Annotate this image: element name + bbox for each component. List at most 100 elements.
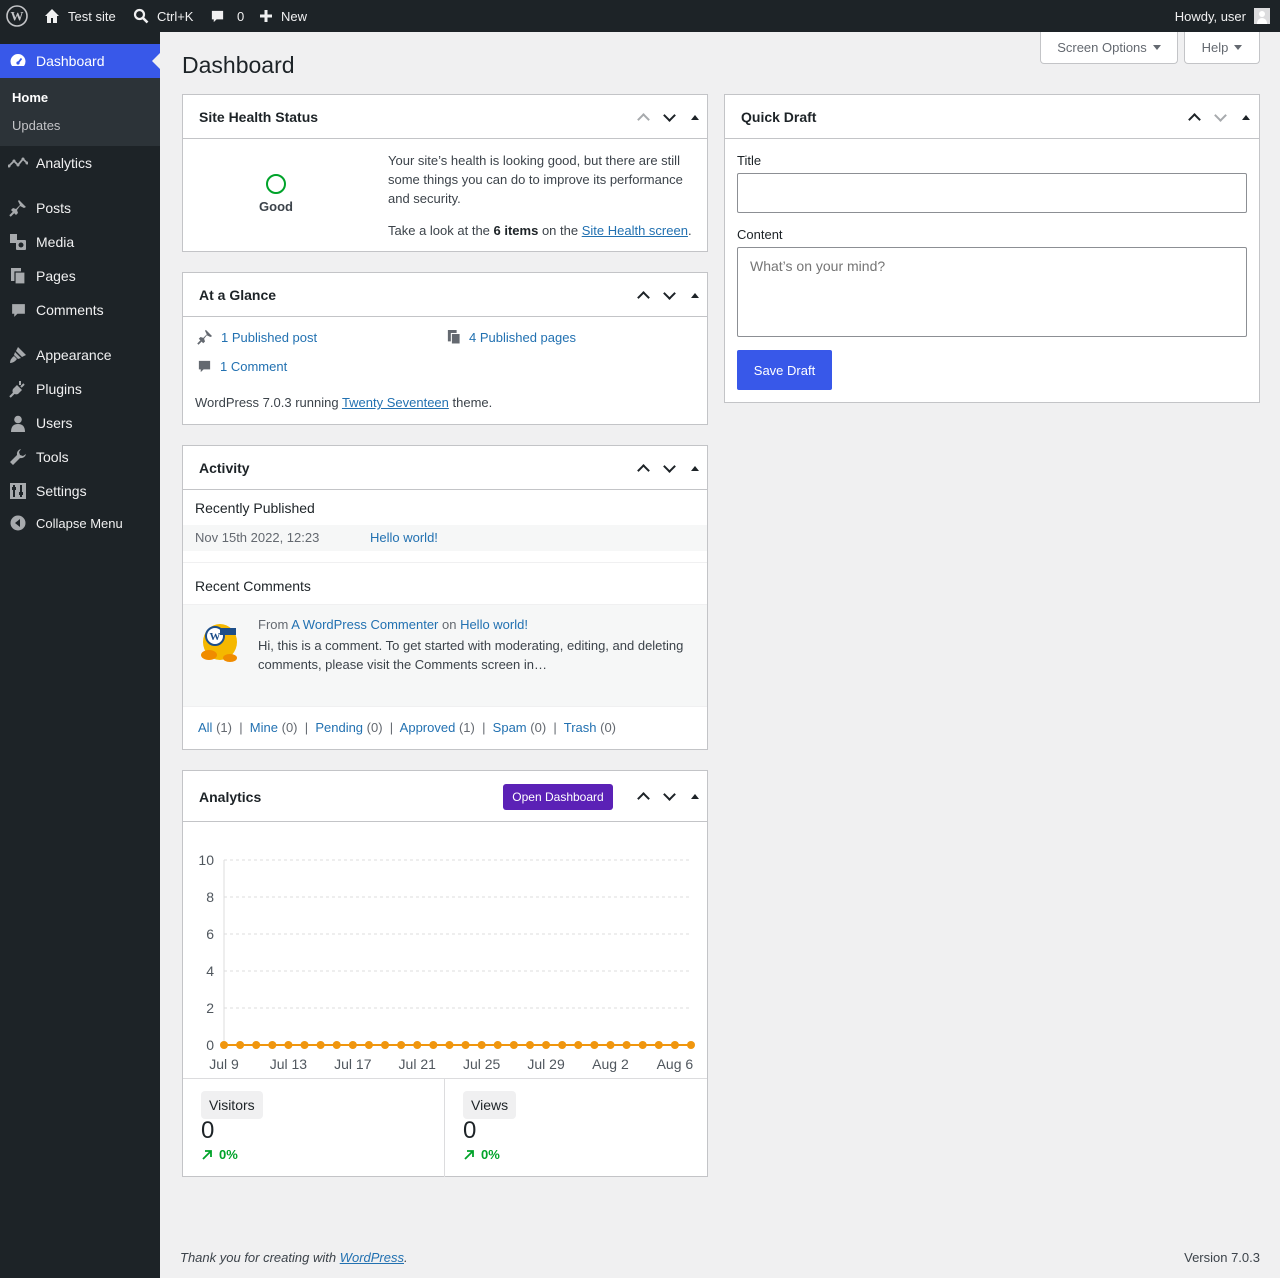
move-up-button[interactable] (634, 286, 652, 304)
submenu-item-updates[interactable]: Updates (12, 118, 60, 133)
sidebar-item-label: Dashboard (36, 53, 105, 69)
footer-thanks: Thank you for creating with WordPress. (180, 1250, 408, 1265)
published-row: Nov 15th 2022, 12:23 Hello world! (183, 525, 707, 551)
comments-count-link[interactable]: 1 Comment (197, 359, 287, 374)
submenu-item-home[interactable]: Home (12, 90, 48, 105)
y-tick-label: 10 (198, 852, 214, 868)
published-posts-link[interactable]: 1 Published post (197, 329, 317, 345)
data-point (622, 1041, 631, 1049)
sidebar-item-pages[interactable]: Pages (0, 259, 160, 293)
svg-text:W: W (11, 9, 24, 24)
widget-header: Analytics Open Dashboard (183, 771, 707, 822)
plugin-icon (0, 380, 36, 398)
filter-spam[interactable]: Spam (493, 720, 527, 735)
pin-icon (197, 329, 213, 345)
sidebar-item-appearance[interactable]: Appearance (0, 338, 160, 372)
data-point (220, 1041, 228, 1049)
open-dashboard-button[interactable]: Open Dashboard (503, 784, 613, 810)
move-up-button[interactable] (634, 108, 652, 126)
post-title-link[interactable]: Hello world! (370, 530, 438, 545)
data-point (413, 1041, 422, 1049)
screen-options-button[interactable]: Screen Options (1040, 32, 1178, 64)
commenter-link[interactable]: A WordPress Commenter (291, 617, 438, 632)
toggle-panel-button[interactable] (686, 108, 704, 126)
filter-pending[interactable]: Pending (315, 720, 363, 735)
chevron-down-icon (662, 108, 676, 122)
my-account[interactable]: Howdy, user (1175, 0, 1270, 32)
widget-title: Analytics (199, 789, 262, 805)
y-tick-label: 8 (206, 889, 214, 905)
home-icon (45, 9, 59, 23)
x-tick-label: Jul 25 (463, 1056, 501, 1072)
move-down-button[interactable] (660, 108, 678, 126)
published-pages-link[interactable]: 4 Published pages (447, 329, 576, 345)
widget-title: At a Glance (199, 287, 277, 303)
sidebar-item-label: Media (36, 234, 75, 250)
draft-title-input[interactable] (737, 173, 1247, 213)
data-point (606, 1041, 615, 1049)
toggle-panel-button[interactable] (686, 286, 704, 304)
filter-approved[interactable]: Approved (400, 720, 456, 735)
y-tick-label: 2 (206, 1000, 214, 1016)
save-draft-button[interactable]: Save Draft (737, 350, 832, 390)
search-shortcut[interactable]: Ctrl+K (133, 0, 193, 32)
y-tick-label: 4 (206, 963, 214, 979)
comment-icon (211, 10, 224, 22)
toggle-panel-button[interactable] (686, 459, 704, 477)
sidebar-item-label: Comments (36, 302, 104, 318)
filter-mine[interactable]: Mine (250, 720, 278, 735)
help-button[interactable]: Help (1184, 32, 1260, 64)
quick-draft-widget: Quick Draft Title Content Save Draft (724, 94, 1260, 403)
data-point (397, 1041, 406, 1049)
sidebar-item-label: Settings (36, 483, 87, 499)
comment-post-link[interactable]: Hello world! (460, 617, 528, 632)
sidebar-item-posts[interactable]: Posts (0, 191, 160, 225)
x-tick-label: Jul 21 (399, 1056, 437, 1072)
trend-up-icon (464, 1149, 474, 1160)
sidebar-item-users[interactable]: Users (0, 406, 160, 440)
toggle-panel-button[interactable] (1237, 108, 1255, 126)
sidebar-item-analytics[interactable]: Analytics (0, 146, 160, 180)
footer: Thank you for creating with WordPress. V… (180, 1250, 1260, 1265)
filter-trash[interactable]: Trash (564, 720, 597, 735)
move-down-button[interactable] (660, 459, 678, 477)
toggle-panel-button[interactable] (686, 787, 704, 805)
admin-bar: W Test site Ctrl+K 0 New Howdy, user (0, 0, 1280, 32)
collapse-menu-button[interactable]: Collapse Menu (0, 506, 160, 540)
draft-content-textarea[interactable] (737, 247, 1247, 337)
views-stat: Views 0 0% (445, 1079, 707, 1177)
move-up-button[interactable] (1185, 108, 1203, 126)
collapse-arrow-icon (1242, 114, 1250, 120)
move-down-button[interactable] (660, 286, 678, 304)
sidebar-item-dashboard[interactable]: Dashboard (0, 44, 160, 78)
move-down-button[interactable] (1211, 108, 1229, 126)
sidebar-item-comments[interactable]: Comments (0, 293, 160, 327)
move-up-button[interactable] (634, 787, 652, 805)
move-down-button[interactable] (660, 787, 678, 805)
site-name-link[interactable]: Test site (44, 0, 116, 32)
sidebar-item-plugins[interactable]: Plugins (0, 372, 160, 406)
chevron-down-icon (662, 787, 676, 801)
wordpress-link[interactable]: WordPress (340, 1250, 404, 1265)
widget-title: Quick Draft (741, 109, 817, 125)
sidebar-item-label: Analytics (36, 155, 93, 171)
sidebar-item-tools[interactable]: Tools (0, 440, 160, 474)
comment-meta: From A WordPress Commenter on Hello worl… (258, 617, 528, 632)
comments-link[interactable]: 0 (210, 0, 244, 32)
sidebar-item-settings[interactable]: Settings (0, 474, 160, 508)
comment-icon (198, 360, 211, 373)
site-name: Test site (68, 8, 116, 24)
sidebar-item-label: Pages (36, 268, 76, 284)
sidebar-item-media[interactable]: Media (0, 225, 160, 259)
sidebar-item-label: Plugins (36, 381, 82, 397)
wordpress-logo-icon[interactable]: W (6, 0, 28, 32)
page-title: Dashboard (182, 52, 295, 78)
site-health-screen-link[interactable]: Site Health screen (582, 223, 688, 238)
theme-link[interactable]: Twenty Seventeen (342, 395, 449, 410)
filter-all[interactable]: All (198, 720, 212, 735)
wordpress-version-text: WordPress 7.0.3 running Twenty Seventeen… (195, 395, 493, 410)
collapse-arrow-icon (691, 114, 699, 120)
new-content-link[interactable]: New (259, 0, 307, 32)
comment-item: W From A WordPress Commenter on Hello wo… (183, 604, 707, 706)
move-up-button[interactable] (634, 459, 652, 477)
